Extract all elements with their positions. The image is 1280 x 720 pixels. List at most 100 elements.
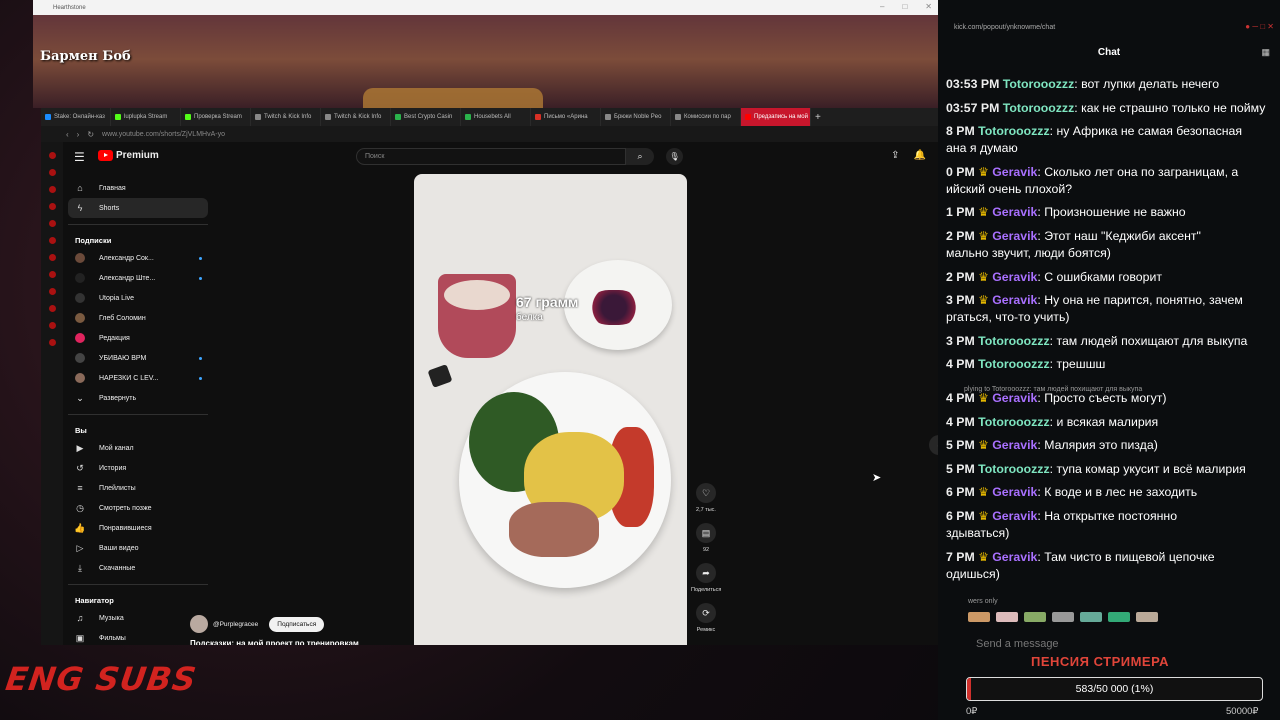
chat-message: 4 PM Totorooozzz: трешшш — [946, 357, 1106, 372]
subscribe-button[interactable]: Подписаться — [269, 616, 325, 632]
message-username[interactable]: Geravik — [992, 205, 1037, 219]
sidebar-item-you[interactable]: ≡ Плейлисты — [68, 478, 208, 498]
message-username[interactable]: Geravik — [992, 229, 1037, 243]
browser-tab[interactable]: Предзапись на мой пр — [741, 108, 811, 126]
message-text: ну Африка не самая безопасная — [1056, 124, 1243, 139]
sidebar-item-navigator[interactable]: ▣ Фильмы — [68, 628, 208, 648]
emote-icon[interactable] — [968, 612, 990, 622]
sidebar-item-shorts[interactable]: ϟ Shorts — [68, 198, 208, 218]
emote-icon[interactable] — [1108, 612, 1130, 622]
sidebar-heading-subscriptions[interactable]: Подписки — [68, 225, 208, 248]
browser-tab[interactable]: Письмо «Арина — [531, 108, 601, 126]
live-dot — [199, 256, 202, 260]
forward-icon[interactable]: › — [77, 130, 80, 139]
sidebar-item-you[interactable]: 👍 Понравившиеся — [68, 518, 208, 538]
sidebar-item-subscription[interactable]: Utopia Live — [68, 288, 208, 308]
game-heading: Бармен Боб — [40, 49, 131, 64]
comment-icon[interactable]: ▤ — [696, 523, 716, 543]
browser-tab[interactable]: Stake: Онлайн-каз — [41, 108, 111, 126]
sidebar-item-subscription[interactable]: Глеб Соломин — [68, 308, 208, 328]
sidebar-item-label: Мой канал — [99, 444, 134, 452]
browser-tab[interactable]: Twitch & Kick Info — [321, 108, 391, 126]
message-text: одишься) — [946, 566, 1000, 581]
url-text[interactable]: www.youtube.com/shorts/ZjVLMHvA-yo — [102, 131, 225, 138]
message-username[interactable]: Geravik — [992, 438, 1037, 452]
sidebar-item-subscription[interactable]: ⌄ Развернуть — [68, 388, 208, 408]
hamburger-menu-icon[interactable]: ☰ — [74, 150, 85, 164]
maximize-icon[interactable]: □ — [902, 2, 907, 11]
chat-message: 8 PM Totorooozzz: ну Африка не самая без… — [946, 124, 1243, 139]
channel-name[interactable]: @Purplegracee — [213, 621, 258, 628]
send-message-input[interactable]: Send a message — [976, 638, 1059, 650]
create-icon[interactable]: ⇪ — [891, 150, 899, 162]
emote-icon[interactable] — [1136, 612, 1158, 622]
browser-tab[interactable]: luplupka Stream — [111, 108, 181, 126]
message-username[interactable]: Geravik — [992, 391, 1037, 405]
message-username[interactable]: Geravik — [992, 550, 1037, 564]
like-icon[interactable]: ♡ — [696, 483, 716, 503]
notifications-bell-icon[interactable]: 🔔 — [914, 150, 926, 162]
short-video[interactable]: 67 грамм белка — [414, 174, 687, 645]
message-time: 8 PM — [946, 124, 975, 139]
sidebar-item-you[interactable]: ↺ История — [68, 458, 208, 478]
channel-avatar[interactable] — [190, 615, 208, 633]
reload-icon[interactable]: ↻ — [87, 130, 94, 139]
close-icon[interactable]: ✕ — [925, 2, 932, 11]
sidebar-item-you[interactable]: ▷ Ваши видео — [68, 538, 208, 558]
sidebar-heading-navigator[interactable]: Навигатор — [68, 585, 208, 608]
message-username[interactable]: Totorooozzz — [978, 415, 1049, 429]
browser-tab[interactable]: Twitch & Kick Info — [251, 108, 321, 126]
sidebar-item-subscription[interactable]: Александр Сок... — [68, 248, 208, 268]
search-input[interactable]: Поиск — [356, 148, 626, 165]
message-username[interactable]: Totorooozzz — [978, 462, 1049, 476]
message-username[interactable]: Totorooozzz — [978, 357, 1049, 371]
browser-tab[interactable]: Best Crypto Casin — [391, 108, 461, 126]
emote-icon[interactable] — [1080, 612, 1102, 622]
share-icon[interactable]: ➦ — [696, 563, 716, 583]
new-tab-icon[interactable]: + — [811, 112, 825, 123]
tab-label: Housebets All — [474, 114, 511, 120]
pension-progress-bar: 583/50 000 (1%) — [966, 677, 1263, 701]
sidebar-item-navigator[interactable]: ♫ Музыка — [68, 608, 208, 628]
crown-badge-icon: ♛ — [978, 293, 993, 308]
sidebar-item-you[interactable]: ▶ Мой канал — [68, 438, 208, 458]
youtube-logo[interactable]: Premium — [98, 150, 159, 161]
emote-icon[interactable] — [1052, 612, 1074, 622]
message-username[interactable]: Geravik — [992, 293, 1037, 307]
sidebar-item-subscription[interactable]: Редакция — [68, 328, 208, 348]
sidebar-item-home[interactable]: ⌂ Главная — [68, 178, 208, 198]
chat-users-icon[interactable]: ▦ — [1261, 47, 1270, 58]
browser-side-panel — [41, 142, 63, 645]
minimize-icon[interactable]: – — [880, 2, 884, 11]
sidebar-item-subscription[interactable]: УБИВАЮ BPM — [68, 348, 208, 368]
browser-tab[interactable]: Комиссии по пар — [671, 108, 741, 126]
browser-tab[interactable]: Брюки Noble Peo — [601, 108, 671, 126]
browser-tab[interactable]: Проверка Stream — [181, 108, 251, 126]
microphone-icon[interactable]: 🎙 — [666, 148, 683, 165]
emote-icon[interactable] — [1024, 612, 1046, 622]
sidebar-heading-you[interactable]: Вы — [68, 415, 208, 438]
message-username[interactable]: Totorooozzz — [978, 124, 1049, 138]
message-username[interactable]: Geravik — [992, 509, 1037, 523]
message-text: Произношение не важно — [1044, 205, 1186, 220]
crown-badge-icon: ♛ — [978, 509, 993, 523]
sidebar-item-subscription[interactable]: НАРЕЗКИ С LEV... — [68, 368, 208, 388]
sidebar-item-subscription[interactable]: Александр Ште... — [68, 268, 208, 288]
emote-icon[interactable] — [996, 612, 1018, 622]
address-bar[interactable]: ‹ › ↻ www.youtube.com/shorts/ZjVLMHvA-yo — [41, 126, 966, 142]
sidebar-item-you[interactable]: ⤓ Скачанные — [68, 558, 208, 578]
message-username[interactable]: Geravik — [992, 165, 1037, 179]
message-username[interactable]: Geravik — [992, 270, 1037, 284]
message-username[interactable]: Totorooozzz — [1003, 101, 1074, 115]
browser-tab[interactable]: Housebets All — [461, 108, 531, 126]
crown-badge-icon: ♛ — [978, 485, 993, 500]
search-icon[interactable]: ⌕ — [626, 148, 654, 165]
remix-icon[interactable]: ⟳ — [696, 603, 716, 623]
avatar — [75, 253, 85, 263]
message-username[interactable]: Totorooozzz — [1003, 77, 1074, 91]
tab-favicon-icon — [745, 114, 751, 120]
back-icon[interactable]: ‹ — [66, 130, 69, 139]
message-username[interactable]: Totorooozzz — [978, 334, 1049, 348]
message-username[interactable]: Geravik — [992, 485, 1037, 499]
sidebar-item-you[interactable]: ◷ Смотреть позже — [68, 498, 208, 518]
